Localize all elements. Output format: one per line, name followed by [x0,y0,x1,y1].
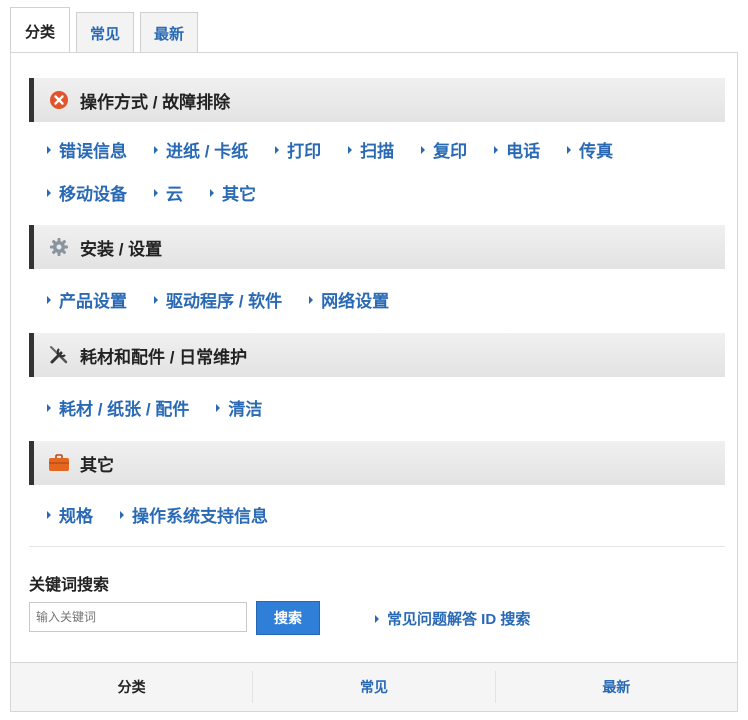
tab-common[interactable]: 常见 [76,12,135,53]
link-error-info[interactable]: 错误信息 [47,137,127,162]
link-print[interactable]: 打印 [275,137,321,162]
link-row: 规格 操作系统支持信息 [47,502,295,527]
bullet-icon [375,614,379,623]
section-title: 其它 [80,455,114,475]
link-paper-feed-jam[interactable]: 进纸 / 卡纸 [154,137,248,162]
section-header-setup: 安装 / 设置 [29,225,725,269]
link-specifications[interactable]: 规格 [47,502,93,527]
link-mobile-devices[interactable]: 移动设备 [47,180,127,205]
bottom-tab-category[interactable]: 分类 [11,663,252,711]
gear-icon [48,236,70,258]
link-row: 耗材 / 纸张 / 配件 清洁 [47,395,289,420]
link-cleaning[interactable]: 清洁 [216,395,262,420]
link-network-settings[interactable]: 网络设置 [309,287,389,312]
link-drivers-software[interactable]: 驱动程序 / 软件 [154,287,282,312]
section-header-other: 其它 [29,441,725,485]
section-title: 操作方式 / 故障排除 [80,92,231,112]
briefcase-icon [48,452,70,474]
link-copy[interactable]: 复印 [421,137,467,162]
link-phone[interactable]: 电话 [494,137,540,162]
keyword-search-title: 关键词搜索 [29,577,110,594]
link-scan[interactable]: 扫描 [348,137,394,162]
divider [29,546,725,547]
tab-latest[interactable]: 最新 [140,12,199,53]
section-header-troubleshooting: 操作方式 / 故障排除 [29,78,725,122]
link-row: 错误信息 进纸 / 卡纸 打印 扫描 复印 电话 传真 [47,137,640,162]
tools-icon [48,344,70,366]
tab-bar: 分类 常见 最新 [10,6,204,54]
category-panel: 操作方式 / 故障排除 错误信息 进纸 / 卡纸 打印 扫描 复印 电话 传真 … [10,52,738,662]
link-cloud[interactable]: 云 [154,180,183,205]
section-header-maintenance: 耗材和配件 / 日常维护 [29,333,725,377]
link-product-settings[interactable]: 产品设置 [47,287,127,312]
tab-category[interactable]: 分类 [10,7,71,54]
search-button[interactable]: 搜索 [256,601,320,635]
link-os-support-info[interactable]: 操作系统支持信息 [120,502,268,527]
faq-id-search-link[interactable]: 常见问题解答 ID 搜索 [375,608,530,629]
bottom-tab-common[interactable]: 常见 [253,663,494,711]
keyword-search-input[interactable] [29,602,247,632]
link-row: 产品设置 驱动程序 / 软件 网络设置 [47,287,416,312]
bottom-tab-bar: 分类 常见 最新 [10,662,738,712]
link-fax[interactable]: 传真 [567,137,613,162]
error-icon [48,89,70,111]
link-row: 移动设备 云 其它 [47,180,283,205]
link-supplies-paper-accessories[interactable]: 耗材 / 纸张 / 配件 [47,395,189,420]
section-title: 安装 / 设置 [80,239,163,259]
section-title: 耗材和配件 / 日常维护 [80,347,248,367]
bottom-tab-latest[interactable]: 最新 [496,663,737,711]
link-other[interactable]: 其它 [210,180,256,205]
